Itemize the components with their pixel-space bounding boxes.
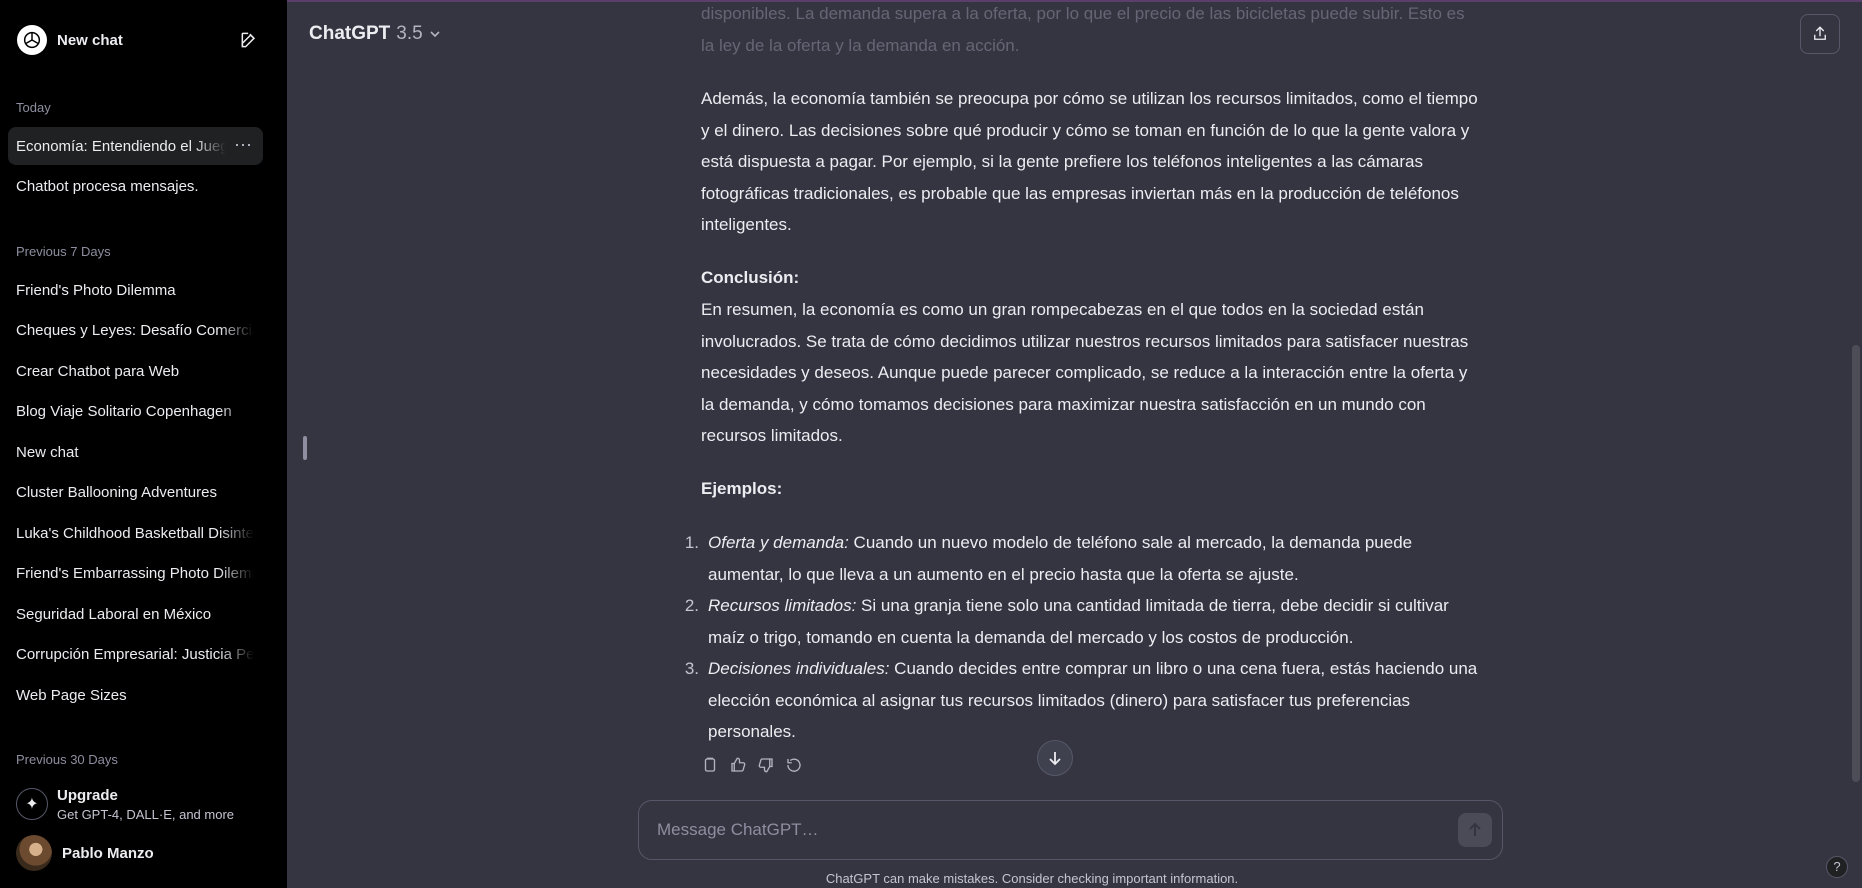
chat-item[interactable]: Friend's Photo Dilemma: [8, 271, 263, 309]
list-term: Oferta y demanda:: [708, 533, 849, 552]
chat-item[interactable]: Cluster Ballooning Adventures: [8, 473, 263, 511]
chat-item-label: Chatbot procesa mensajes.: [16, 177, 199, 195]
thumbs-down-icon[interactable]: [757, 756, 775, 774]
user-name: Pablo Manzo: [62, 844, 154, 862]
list-term: Recursos limitados:: [708, 596, 857, 615]
upgrade-title: Upgrade: [57, 786, 118, 804]
list-item: 2. Recursos limitados: Si una granja tien…: [685, 590, 1481, 653]
section-label-previous-7-days: Previous 7 Days: [16, 244, 111, 259]
sidebar: New chat Today Economía: Entendiendo el …: [0, 0, 287, 888]
help-button[interactable]: ?: [1826, 856, 1848, 878]
send-button[interactable]: [1458, 813, 1492, 847]
section-label-previous-30-days: Previous 30 Days: [16, 752, 118, 767]
message-composer: [638, 800, 1503, 860]
chat-item[interactable]: Seguridad Laboral en México: [8, 595, 263, 633]
conclusion-paragraph: En resumen, la economía es como un gran …: [701, 300, 1469, 445]
list-number: 2.: [684, 596, 699, 615]
arrow-up-icon: [1469, 822, 1481, 836]
chat-item[interactable]: Blog Viaje Solitario Copenhagen: [8, 392, 263, 430]
message-paragraph: Además, la economía también se preocupa …: [701, 89, 1478, 234]
model-name: ChatGPT: [309, 23, 391, 44]
thumbs-up-icon[interactable]: [729, 756, 747, 774]
chat-item[interactable]: New chat: [8, 433, 263, 471]
chat-item-label: Economía: Entendiendo el Juego: [16, 137, 226, 155]
upgrade-subtitle: Get GPT-4, DALL·E, and more: [57, 806, 235, 822]
chat-item[interactable]: Web Page Sizes: [8, 676, 263, 714]
chat-item[interactable]: Chatbot procesa mensajes.: [8, 167, 263, 205]
list-number: 1.: [684, 533, 699, 552]
arrow-down-icon: [1049, 752, 1061, 766]
scroll-down-button[interactable]: [1037, 740, 1073, 776]
conclusion-heading: Conclusión:: [701, 268, 800, 287]
chat-item-active[interactable]: Economía: Entendiendo el Juego ···: [8, 127, 263, 165]
upgrade-button[interactable]: ✦ Upgrade Get GPT-4, DALL·E, and more: [8, 780, 263, 828]
chat-item[interactable]: Friend's Embarrassing Photo Dilemma: [8, 554, 263, 592]
user-menu[interactable]: Pablo Manzo: [8, 834, 263, 872]
chat-item-label: Friend's Photo Dilemma: [16, 281, 176, 299]
openai-logo-icon: [17, 25, 47, 55]
new-chat-label: New chat: [57, 31, 123, 49]
regenerate-icon[interactable]: [785, 756, 803, 774]
copy-icon[interactable]: [701, 756, 719, 774]
chat-item-label: Corrupción Empresarial: Justicia Perdida: [16, 645, 254, 663]
section-label-today: Today: [16, 100, 51, 115]
share-button[interactable]: [1800, 14, 1840, 54]
chat-item[interactable]: Luka's Childhood Basketball Disinterest: [8, 514, 263, 552]
chat-item-label: Friend's Embarrassing Photo Dilemma: [16, 564, 254, 582]
sparkle-icon: ✦: [16, 788, 48, 820]
new-chat-button[interactable]: New chat: [8, 20, 263, 60]
avatar: [16, 835, 52, 871]
scrollbar[interactable]: [1852, 345, 1860, 782]
chat-item-label: Seguridad Laboral en México: [16, 605, 212, 623]
model-selector[interactable]: ChatGPT 3.5: [309, 22, 441, 46]
chat-item[interactable]: Cheques y Leyes: Desafío Comercial: [8, 311, 263, 349]
chat-item-label: Cheques y Leyes: Desafío Comercial: [16, 321, 254, 339]
chat-item-label: Crear Chatbot para Web: [16, 362, 180, 380]
list-item: 1. Oferta y demanda: Cuando un nuevo mode…: [685, 527, 1481, 590]
chat-item-label: New chat: [16, 443, 79, 461]
chevron-down-icon: [430, 31, 440, 38]
list-item: 3. Decisiones individuales: Cuando decide…: [685, 653, 1481, 748]
list-term: Decisiones individuales:: [708, 659, 890, 678]
chat-item-label: Cluster Ballooning Adventures: [16, 483, 217, 501]
chat-item-label: Web Page Sizes: [16, 686, 127, 704]
chat-item[interactable]: Crear Chatbot para Web: [8, 352, 263, 390]
chat-item-label: Luka's Childhood Basketball Disinterest: [16, 524, 254, 542]
chat-item-label: Blog Viaje Solitario Copenhagen: [16, 402, 232, 420]
examples-list: 1. Oferta y demanda: Cuando un nuevo mode…: [685, 527, 1481, 748]
message-text-faded: disponibles. La demanda supera a la ofer…: [701, 4, 1465, 55]
sidebar-resize-handle[interactable]: [303, 436, 307, 460]
message-input[interactable]: [657, 801, 1437, 859]
disclaimer-text: ChatGPT can make mistakes. Consider chec…: [825, 871, 1239, 886]
model-version: 3.5: [396, 23, 423, 44]
main-panel: ChatGPT 3.5 disponibles. La demanda supe…: [287, 0, 1862, 888]
edit-icon[interactable]: [239, 30, 259, 50]
examples-heading: Ejemplos:: [701, 479, 783, 498]
more-options-icon[interactable]: ···: [233, 135, 253, 156]
message-actions: [701, 756, 803, 774]
list-number: 3.: [684, 659, 699, 678]
chat-item[interactable]: Corrupción Empresarial: Justicia Perdida: [8, 635, 263, 673]
share-icon: [1814, 26, 1826, 40]
